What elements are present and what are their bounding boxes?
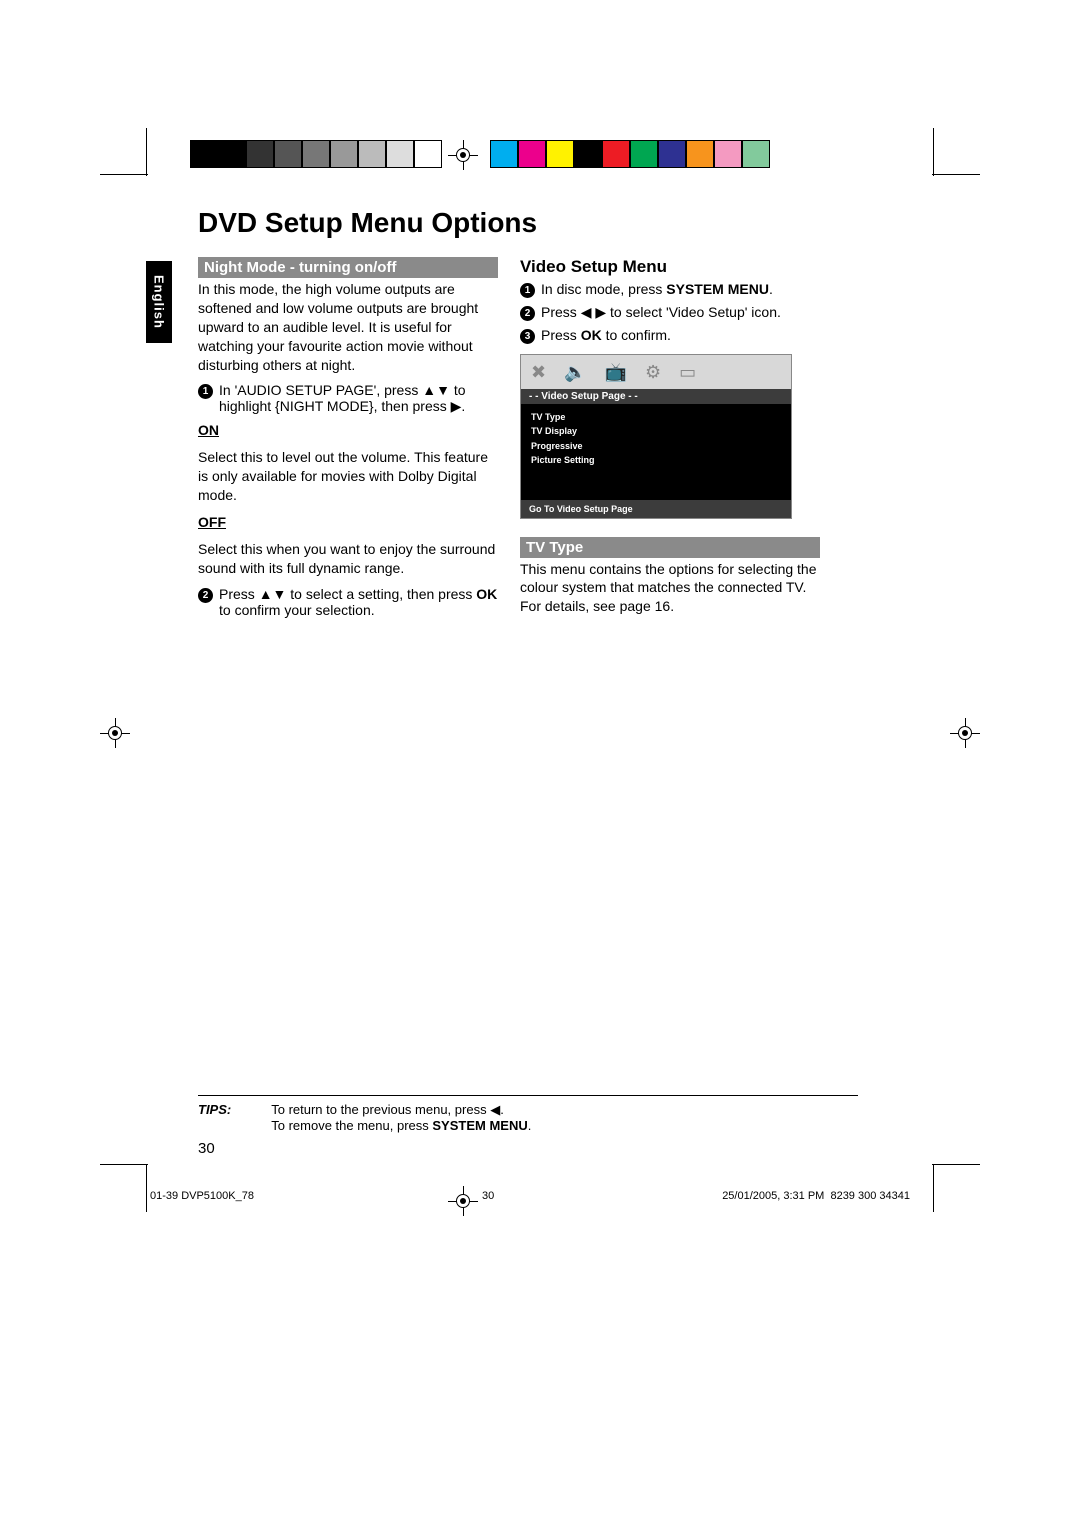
speaker-icon: 🔈 xyxy=(564,362,586,383)
bullet-2-icon: 2 xyxy=(198,588,213,603)
video-step-1: 1 In disc mode, press SYSTEM MENU. xyxy=(520,281,820,298)
video-step-1-text: In disc mode, press SYSTEM MENU. xyxy=(541,281,773,297)
step-1: 1 In 'AUDIO SETUP PAGE', press ▲▼ to hig… xyxy=(198,382,498,415)
registration-mark xyxy=(950,718,980,748)
video-step-3: 3 Press OK to confirm. xyxy=(520,327,820,344)
page-content: English DVD Setup Menu Options Night Mod… xyxy=(150,195,880,624)
imposition-file: 01-39 DVP5100K_78 xyxy=(150,1190,254,1202)
section-video-setup: Video Setup Menu xyxy=(520,257,820,277)
right-column: Video Setup Menu 1 In disc mode, press S… xyxy=(520,257,820,624)
imposition-footer: 01-39 DVP5100K_78 30 25/01/2005, 3:31 PM… xyxy=(150,1190,910,1202)
tips-text: To return to the previous menu, press ◀.… xyxy=(271,1102,531,1133)
registration-mark xyxy=(100,718,130,748)
bullet-1-icon: 1 xyxy=(198,384,213,399)
step-2-text: Press ▲▼ to select a setting, then press… xyxy=(219,586,498,618)
osd-title: - - Video Setup Page - - xyxy=(521,389,791,404)
tv-type-text: This menu contains the options for selec… xyxy=(520,560,820,617)
left-right-arrow-icon: ◀ ▶ xyxy=(581,304,606,320)
page-icon: ▭ xyxy=(679,362,696,383)
page-title: DVD Setup Menu Options xyxy=(198,207,880,239)
color-bar-grayscale xyxy=(190,140,442,170)
osd-tab-icons: ✖ 🔈 📺 ⚙ ▭ xyxy=(521,355,791,389)
bullet-3-icon: 3 xyxy=(520,329,535,344)
sliders-icon: ⚙ xyxy=(645,362,661,383)
left-column: Night Mode - turning on/off In this mode… xyxy=(198,257,498,624)
night-mode-intro: In this mode, the high volume outputs ar… xyxy=(198,280,498,374)
osd-footer: Go To Video Setup Page xyxy=(521,500,791,518)
off-label: OFF xyxy=(198,513,498,532)
osd-item: Progressive xyxy=(531,439,781,453)
bullet-1-icon: 1 xyxy=(520,283,535,298)
video-step-2-text: Press ◀ ▶ to select 'Video Setup' icon. xyxy=(541,304,781,321)
on-label: ON xyxy=(198,421,498,440)
language-tab: English xyxy=(146,261,172,343)
osd-menu-items: TV Type TV Display Progressive Picture S… xyxy=(521,404,791,500)
imposition-sheet: 30 xyxy=(482,1190,494,1202)
left-arrow-icon: ◀ xyxy=(490,1102,500,1117)
up-down-arrow-icon: ▲▼ xyxy=(422,382,450,398)
tips-label: TIPS: xyxy=(198,1102,231,1133)
osd-item: Picture Setting xyxy=(531,453,781,467)
step-2: 2 Press ▲▼ to select a setting, then pre… xyxy=(198,586,498,618)
video-step-2: 2 Press ◀ ▶ to select 'Video Setup' icon… xyxy=(520,304,820,321)
off-text: Select this when you want to enjoy the s… xyxy=(198,540,498,578)
step-1-text: In 'AUDIO SETUP PAGE', press ▲▼ to highl… xyxy=(219,382,498,415)
color-bar-color xyxy=(490,140,770,170)
osd-screenshot: ✖ 🔈 📺 ⚙ ▭ - - Video Setup Page - - TV Ty… xyxy=(520,354,792,519)
imposition-date-code: 25/01/2005, 3:31 PM 8239 300 34341 xyxy=(722,1190,910,1202)
section-tv-type: TV Type xyxy=(520,537,820,558)
up-down-arrow-icon: ▲▼ xyxy=(259,586,287,602)
on-text: Select this to level out the volume. Thi… xyxy=(198,448,498,505)
tv-icon: 📺 xyxy=(605,362,627,383)
page-number: 30 xyxy=(198,1140,215,1157)
video-step-3-text: Press OK to confirm. xyxy=(541,327,671,343)
section-night-mode: Night Mode - turning on/off xyxy=(198,257,498,278)
registration-mark xyxy=(448,140,478,170)
tips-footer: TIPS: To return to the previous menu, pr… xyxy=(198,1095,858,1133)
right-arrow-icon: ▶ xyxy=(451,398,462,414)
osd-item: TV Type xyxy=(531,410,781,424)
bullet-2-icon: 2 xyxy=(520,306,535,321)
wrench-icon: ✖ xyxy=(531,362,546,383)
osd-item: TV Display xyxy=(531,424,781,438)
